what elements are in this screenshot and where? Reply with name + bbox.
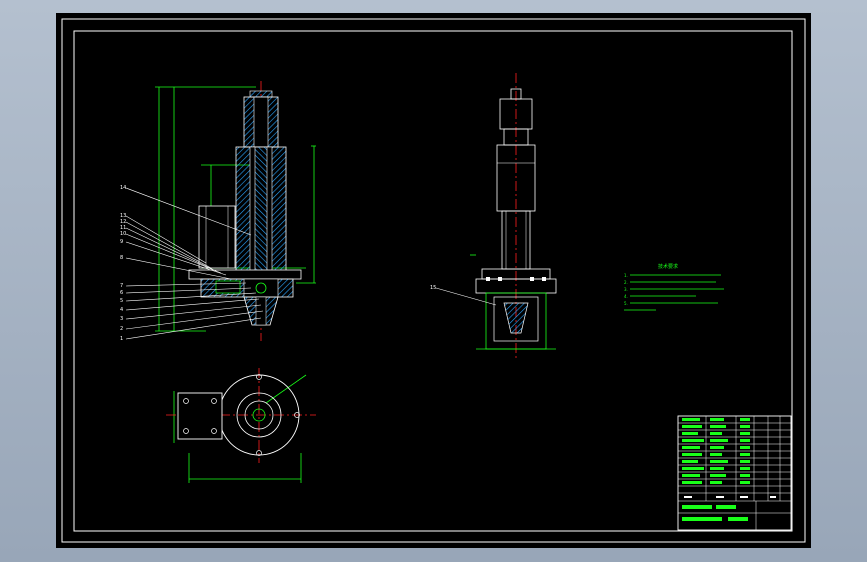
top-view[interactable] bbox=[166, 368, 316, 483]
piston-rod bbox=[254, 146, 268, 272]
note-line: 4. bbox=[624, 294, 628, 299]
notes-lines: 1. 2. 3. 4. 5. bbox=[624, 273, 628, 306]
note-line: 1. bbox=[624, 273, 628, 278]
notes-title: 技术要求 bbox=[658, 263, 678, 270]
left-section-view[interactable]: 14 13 12 11 10 9 8 7 6 5 4 3 2 1 bbox=[120, 81, 316, 342]
part-label: 1 bbox=[120, 336, 123, 342]
part-label: 8 bbox=[120, 255, 123, 261]
right-front-view[interactable]: 15 bbox=[430, 73, 557, 358]
right-nozzle bbox=[503, 302, 529, 334]
drawing-sheet: 14 13 12 11 10 9 8 7 6 5 4 3 2 1 15 技术要求… bbox=[61, 18, 806, 543]
note-line: 5. bbox=[624, 301, 628, 306]
part-label: 4 bbox=[120, 307, 123, 313]
notes-text-strokes bbox=[624, 274, 724, 311]
cad-viewport[interactable]: 14 13 12 11 10 9 8 7 6 5 4 3 2 1 15 技术要求… bbox=[0, 0, 867, 562]
part-label: 15 bbox=[430, 285, 436, 291]
part-label: 9 bbox=[120, 239, 123, 245]
part-label: 5 bbox=[120, 298, 123, 304]
part-label: 10 bbox=[120, 231, 126, 237]
note-line: 2. bbox=[624, 280, 628, 285]
part-label: 2 bbox=[120, 326, 123, 332]
technical-notes[interactable]: 技术要求 1. 2. 3. 4. 5. bbox=[624, 263, 724, 311]
title-block[interactable] bbox=[677, 415, 792, 531]
motor-housing bbox=[198, 205, 236, 269]
motor-mount-plate bbox=[177, 392, 223, 440]
left-part-labels: 14 13 12 11 10 9 8 7 6 5 4 3 2 1 bbox=[120, 185, 126, 342]
note-line: 3. bbox=[624, 287, 628, 292]
right-leader bbox=[435, 287, 497, 306]
base-flange bbox=[188, 269, 302, 280]
part-label: 3 bbox=[120, 316, 123, 322]
drawing-canvas[interactable]: 14 13 12 11 10 9 8 7 6 5 4 3 2 1 15 技术要求… bbox=[56, 13, 811, 548]
part-label: 6 bbox=[120, 290, 123, 296]
part-label: 7 bbox=[120, 283, 123, 289]
part-label: 14 bbox=[120, 185, 126, 191]
